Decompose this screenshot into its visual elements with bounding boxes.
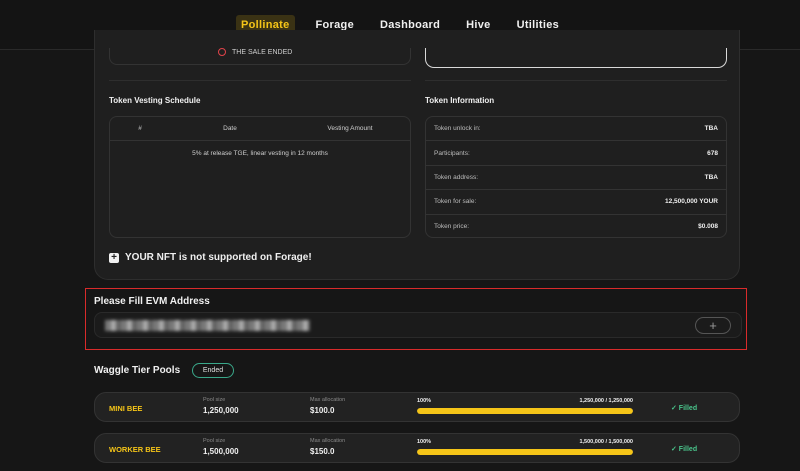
pool-size-value: 1,500,000 [203,447,239,456]
evm-address-section: Please Fill EVM Address 0x4f3b9e2a7c61d8… [85,288,747,350]
vesting-table: # Date Vesting Amount 5% at release TGE,… [109,116,411,238]
evm-address-input[interactable]: 0x4f3b9e2a7c61d8b05e9a4c3f17d2b6e8a90c5f… [94,312,742,338]
progress-amount: 1,250,000 / 1,250,000 [579,398,633,404]
vesting-note: 5% at release TGE, linear vesting in 12 … [192,150,328,157]
pool-name: MINI BEE [109,404,143,413]
token-info-label: Participants: [434,149,470,157]
evm-address-title: Please Fill EVM Address [94,296,210,307]
vesting-col-index: # [138,125,142,132]
progress-amount: 1,500,000 / 1,500,000 [579,439,633,445]
progress-fill [417,449,633,455]
status-badge: Ended [192,363,234,378]
max-allocation-value: $150.0 [310,447,335,456]
token-info-value: 678 [707,149,718,157]
pool-progress: 100% 1,500,000 / 1,500,000 [417,439,633,455]
token-info-row: Token for sale: 12,500,000 YOUR [426,190,726,215]
max-allocation: Max allocation $100.0 [310,397,345,415]
nft-warning-text: YOUR NFT is not supported on Forage! [125,252,312,263]
vesting-col-amount: Vesting Amount [327,125,373,132]
vesting-table-header: # Date Vesting Amount [110,117,410,141]
divider [425,80,727,81]
progress-percent: 100% [417,398,432,404]
vesting-col-date: Date [223,125,237,132]
token-info-value: 12,500,000 YOUR [665,198,718,206]
token-info-title: Token Information [425,96,495,105]
token-info-table: Token unlock in: TBA Participants: 678 Tok… [425,116,727,238]
token-info-row: Token unlock in: TBA [426,117,726,142]
sale-ended-icon [218,48,226,57]
max-allocation-label: Max allocation [310,438,346,444]
progress-fill [417,408,633,414]
token-info-label: Token address: [434,173,479,181]
pool-row-mini-bee: MINI BEE Pool size 1,250,000 Max allocat… [94,392,740,422]
divider [109,80,411,81]
token-info-row: Token address: TBA [426,166,726,191]
sale-status-box: THE SALE ENDED [109,48,411,65]
pools-title: Waggle Tier Pools [94,365,181,376]
sale-status-text: THE SALE ENDED [232,49,293,56]
pool-size-label: Pool size [203,438,226,444]
token-info-value: $0.008 [698,223,718,231]
pool-size-value: 1,250,000 [203,406,239,415]
token-info-row: Token price: $0.008 [426,215,726,237]
pool-name: WORKER BEE [109,445,161,454]
nft-warning: + YOUR NFT is not supported on Forage! [109,252,312,263]
token-info-label: Token for sale: [434,198,477,206]
token-info-label: Token price: [434,223,470,231]
evm-address-value: 0x4f3b9e2a7c61d8b05e9a4c3f17d2b6e8a90c5f… [105,320,310,331]
max-allocation-label: Max allocation [310,397,346,403]
pool-size-label: Pool size [203,397,226,403]
pool-row-worker-bee: WORKER BEE Pool size 1,500,000 Max alloc… [94,433,740,463]
pool-size: Pool size 1,500,000 [203,438,239,456]
pool-status: ✓ Filled [671,405,698,412]
sale-action-box [425,48,727,68]
vesting-title: Token Vesting Schedule [109,96,201,105]
token-info-row: Participants: 678 [426,141,726,166]
max-allocation-value: $100.0 [310,406,335,415]
token-info-value: TBA [704,173,718,181]
progress-track [417,408,633,414]
add-address-button[interactable]: + [695,317,731,334]
plus-square-icon: + [109,252,119,263]
token-info-value: TBA [704,125,718,133]
sale-details-card: THE SALE ENDED Token Vesting Schedule To… [94,30,740,280]
pool-status: ✓ Filled [671,446,698,453]
max-allocation: Max allocation $150.0 [310,438,345,456]
progress-track [417,449,633,455]
pool-progress: 100% 1,250,000 / 1,250,000 [417,398,633,414]
progress-percent: 100% [417,439,432,445]
pool-size: Pool size 1,250,000 [203,397,239,415]
token-info-label: Token unlock in: [434,125,481,133]
